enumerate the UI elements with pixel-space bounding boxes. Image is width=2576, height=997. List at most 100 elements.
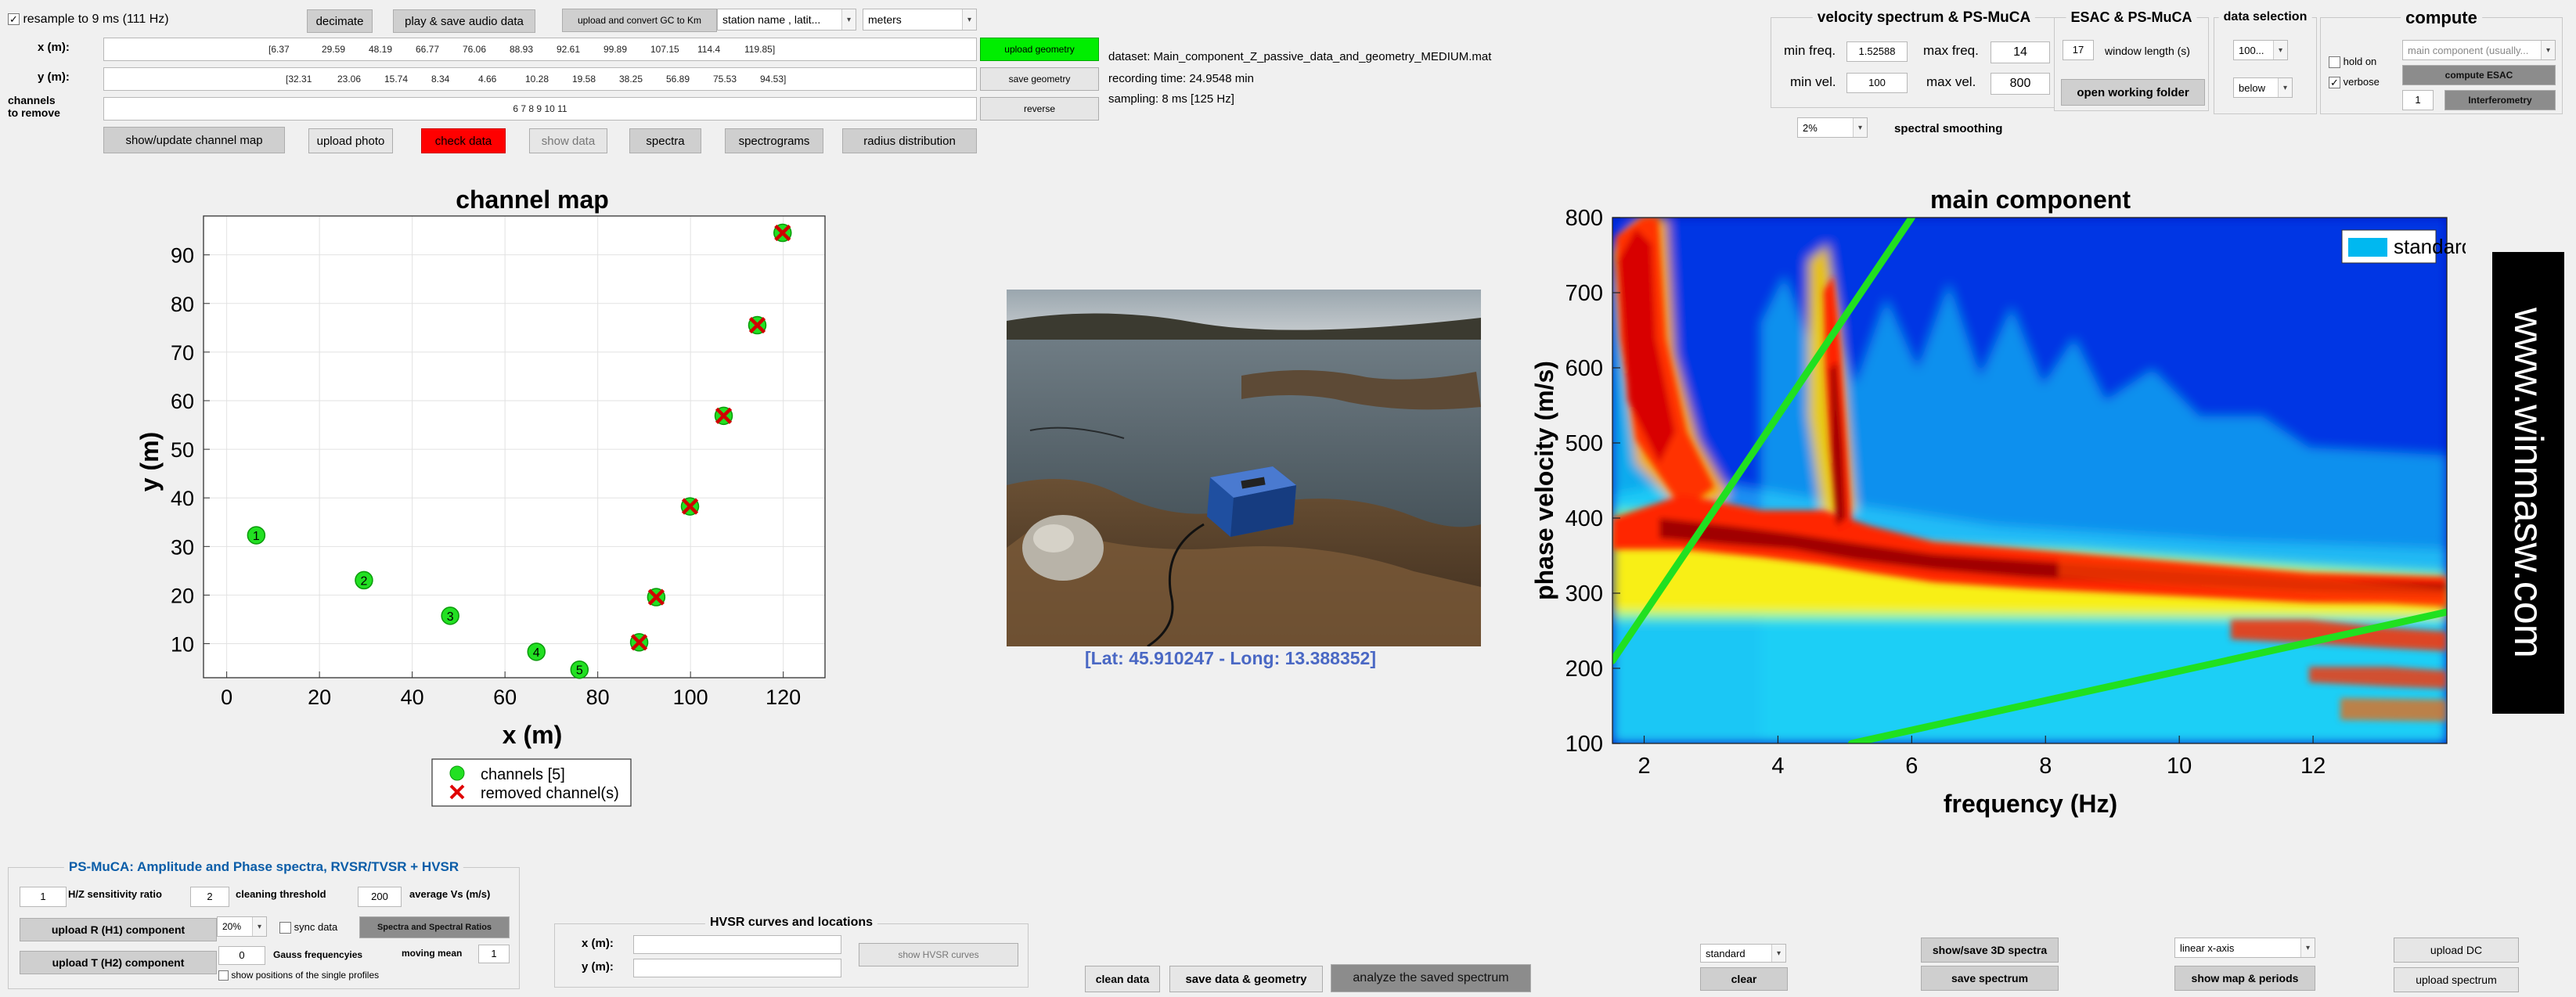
x-tick-label: 6 bbox=[1905, 754, 1918, 779]
x-coords-field[interactable]: [6.37 29.59 48.19 66.77 76.06 88.93 92.6… bbox=[103, 38, 977, 61]
y-tick-label: 10 bbox=[171, 633, 194, 657]
spectral-ratios-button[interactable]: Spectra and Spectral Ratios bbox=[359, 916, 510, 938]
y-coords-field[interactable]: [32.31 23.06 15.74 8.34 4.66 10.28 19.58… bbox=[103, 67, 977, 91]
x-tick-label: 60 bbox=[493, 686, 517, 709]
y-tick-label: 40 bbox=[171, 487, 194, 510]
compute-esac-button[interactable]: compute ESAC bbox=[2402, 65, 2556, 85]
open-working-folder-button[interactable]: open working folder bbox=[2061, 79, 2205, 106]
min-vel-label: min vel. bbox=[1790, 74, 1836, 89]
main-component-title: main component bbox=[1930, 185, 2131, 214]
save-geometry-button[interactable]: save geometry bbox=[980, 67, 1099, 91]
max-freq-label: max freq. bbox=[1923, 43, 1979, 58]
clean-data-button[interactable]: clean data bbox=[1085, 966, 1160, 992]
esac-panel: ESAC & PS-MuCA 17 window length (s) open… bbox=[2054, 9, 2209, 111]
y-coords-label: y (m): bbox=[38, 70, 70, 84]
upload-geometry-button[interactable]: upload geometry bbox=[980, 38, 1099, 61]
save-data-geometry-button[interactable]: save data & geometry bbox=[1169, 966, 1323, 992]
main-component-heatmap bbox=[1612, 218, 2447, 743]
spectra-button[interactable]: spectra bbox=[629, 128, 701, 153]
window-length-input[interactable]: 17 bbox=[2063, 40, 2094, 60]
interferometry-button[interactable]: Interferometry bbox=[2444, 90, 2556, 110]
interferometry-input[interactable]: 1 bbox=[2402, 90, 2434, 110]
sync-data-checkbox[interactable]: sync data bbox=[279, 921, 337, 934]
channels-remove-field[interactable]: 6 7 8 9 10 11 bbox=[103, 97, 977, 121]
min-freq-input[interactable]: 1.52588 bbox=[1846, 41, 1908, 62]
average-vs-input[interactable]: 200 bbox=[358, 887, 402, 907]
hvsr-x-input[interactable] bbox=[633, 935, 841, 954]
show-hvsr-curves-button[interactable]: show HVSR curves bbox=[859, 943, 1018, 966]
legend-channel-marker bbox=[449, 765, 465, 781]
reverse-button[interactable]: reverse bbox=[980, 97, 1099, 121]
cleaning-threshold-input[interactable]: 2 bbox=[190, 887, 229, 907]
sync-check-icon bbox=[279, 922, 291, 934]
psmuca-panel: PS-MuCA: Amplitude and Phase spectra, RV… bbox=[8, 859, 520, 989]
percent-select[interactable]: 20% ▾ bbox=[217, 916, 267, 937]
clear-button[interactable]: clear bbox=[1700, 967, 1788, 991]
x-tick-label: 8 bbox=[2039, 754, 2052, 779]
upload-convert-gc-button[interactable]: upload and convert GC to Km bbox=[562, 9, 717, 32]
play-save-audio-button[interactable]: play & save audio data bbox=[393, 9, 535, 33]
upload-spectrum-button[interactable]: upload spectrum bbox=[2394, 967, 2519, 992]
x-tick-label: 10 bbox=[2167, 754, 2192, 779]
upload-t-component-button[interactable]: upload T (H2) component bbox=[20, 951, 217, 974]
units-select[interactable]: meters ▾ bbox=[863, 9, 977, 31]
radius-distribution-button[interactable]: radius distribution bbox=[842, 128, 977, 153]
data-selection-select-1[interactable]: 100... ▾ bbox=[2233, 40, 2288, 60]
standard-select[interactable]: standard ▾ bbox=[1700, 944, 1786, 963]
moving-mean-input[interactable]: 1 bbox=[478, 945, 510, 963]
spectrograms-button[interactable]: spectrograms bbox=[725, 128, 823, 153]
cleaning-threshold-label: cleaning threshold bbox=[236, 888, 326, 900]
verbose-checkbox[interactable]: ✓ verbose bbox=[2329, 76, 2380, 89]
logo-text: www.winmasw.com bbox=[2506, 308, 2551, 658]
check-data-button[interactable]: check data bbox=[421, 128, 506, 153]
channel-point-label: 3 bbox=[447, 610, 454, 624]
velocity-spectrum-panel: velocity spectrum & PS-MuCA min freq. 1.… bbox=[1771, 9, 2077, 108]
show-save-3d-spectra-button[interactable]: show/save 3D spectra bbox=[1921, 938, 2059, 963]
channel-map-chart: channel map 0 20 40 60 80 100 120 10 20 30 40 50 60 7… bbox=[135, 185, 826, 807]
y-tick-label: 700 bbox=[1565, 281, 1603, 306]
chevron-down-icon: ▾ bbox=[2273, 41, 2287, 59]
x-tick-label: 120 bbox=[766, 686, 801, 709]
decimate-button[interactable]: decimate bbox=[307, 9, 373, 33]
save-spectrum-button[interactable]: save spectrum bbox=[1921, 966, 2059, 991]
station-select[interactable]: station name , latit... ▾ bbox=[717, 9, 856, 31]
show-positions-checkbox[interactable]: show positions of the single profiles bbox=[218, 970, 379, 981]
y-tick-label: 400 bbox=[1565, 506, 1603, 531]
y-tick-label: 500 bbox=[1565, 431, 1603, 456]
channel-point-label: 1 bbox=[253, 530, 260, 543]
channels-to-remove-label: channels to remove bbox=[8, 94, 60, 119]
y-tick-label: 50 bbox=[171, 438, 194, 462]
hvsr-y-label: y (m): bbox=[582, 960, 614, 974]
legend-standard-label: standard processing bbox=[2394, 235, 2466, 258]
upload-dc-button[interactable]: upload DC bbox=[2394, 938, 2519, 963]
upload-photo-button[interactable]: upload photo bbox=[308, 128, 393, 153]
min-vel-input[interactable]: 100 bbox=[1846, 73, 1908, 93]
x-tick-label: 4 bbox=[1771, 754, 1784, 779]
channel-map-axes: 0 20 40 60 80 100 120 10 20 30 40 50 60 70 80 90 bbox=[171, 215, 826, 709]
smoothing-select[interactable]: 2% ▾ bbox=[1797, 117, 1868, 138]
show-channel-map-button[interactable]: show/update channel map bbox=[103, 127, 285, 153]
hold-on-checkbox[interactable]: hold on bbox=[2329, 56, 2376, 69]
data-selection-title: data selection bbox=[2218, 10, 2312, 24]
hvsr-y-input[interactable] bbox=[633, 959, 841, 977]
gauss-input[interactable]: 0 bbox=[218, 946, 265, 965]
x-tick-label: 20 bbox=[308, 686, 331, 709]
show-data-button[interactable]: show data bbox=[529, 128, 607, 153]
hz-ratio-input[interactable]: 1 bbox=[20, 887, 67, 907]
max-freq-input[interactable]: 14 bbox=[1991, 41, 2050, 63]
data-selection-select-2[interactable]: below ▾ bbox=[2233, 77, 2293, 98]
channel-point-label: 2 bbox=[361, 574, 368, 588]
window-length-label: window length (s) bbox=[2105, 45, 2190, 57]
show-map-periods-button[interactable]: show map & periods bbox=[2174, 966, 2315, 991]
analyze-saved-spectrum-button[interactable]: analyze the saved spectrum bbox=[1331, 964, 1531, 992]
max-vel-input[interactable]: 800 bbox=[1991, 73, 2050, 95]
hvsr-panel: HVSR curves and locations x (m): y (m): … bbox=[554, 916, 1029, 988]
chevron-down-icon: ▾ bbox=[962, 9, 976, 30]
resample-checkbox[interactable]: ✓ resample to 9 ms (111 Hz) bbox=[8, 13, 169, 27]
y-tick-label: 80 bbox=[171, 293, 194, 316]
y-tick-label: 90 bbox=[171, 244, 194, 268]
component-select[interactable]: main component (usually... ▾ bbox=[2402, 40, 2556, 60]
chevron-down-icon: ▾ bbox=[252, 917, 266, 936]
axis-scale-select[interactable]: linear x-axis ▾ bbox=[2174, 938, 2315, 958]
upload-r-component-button[interactable]: upload R (H1) component bbox=[20, 918, 217, 941]
